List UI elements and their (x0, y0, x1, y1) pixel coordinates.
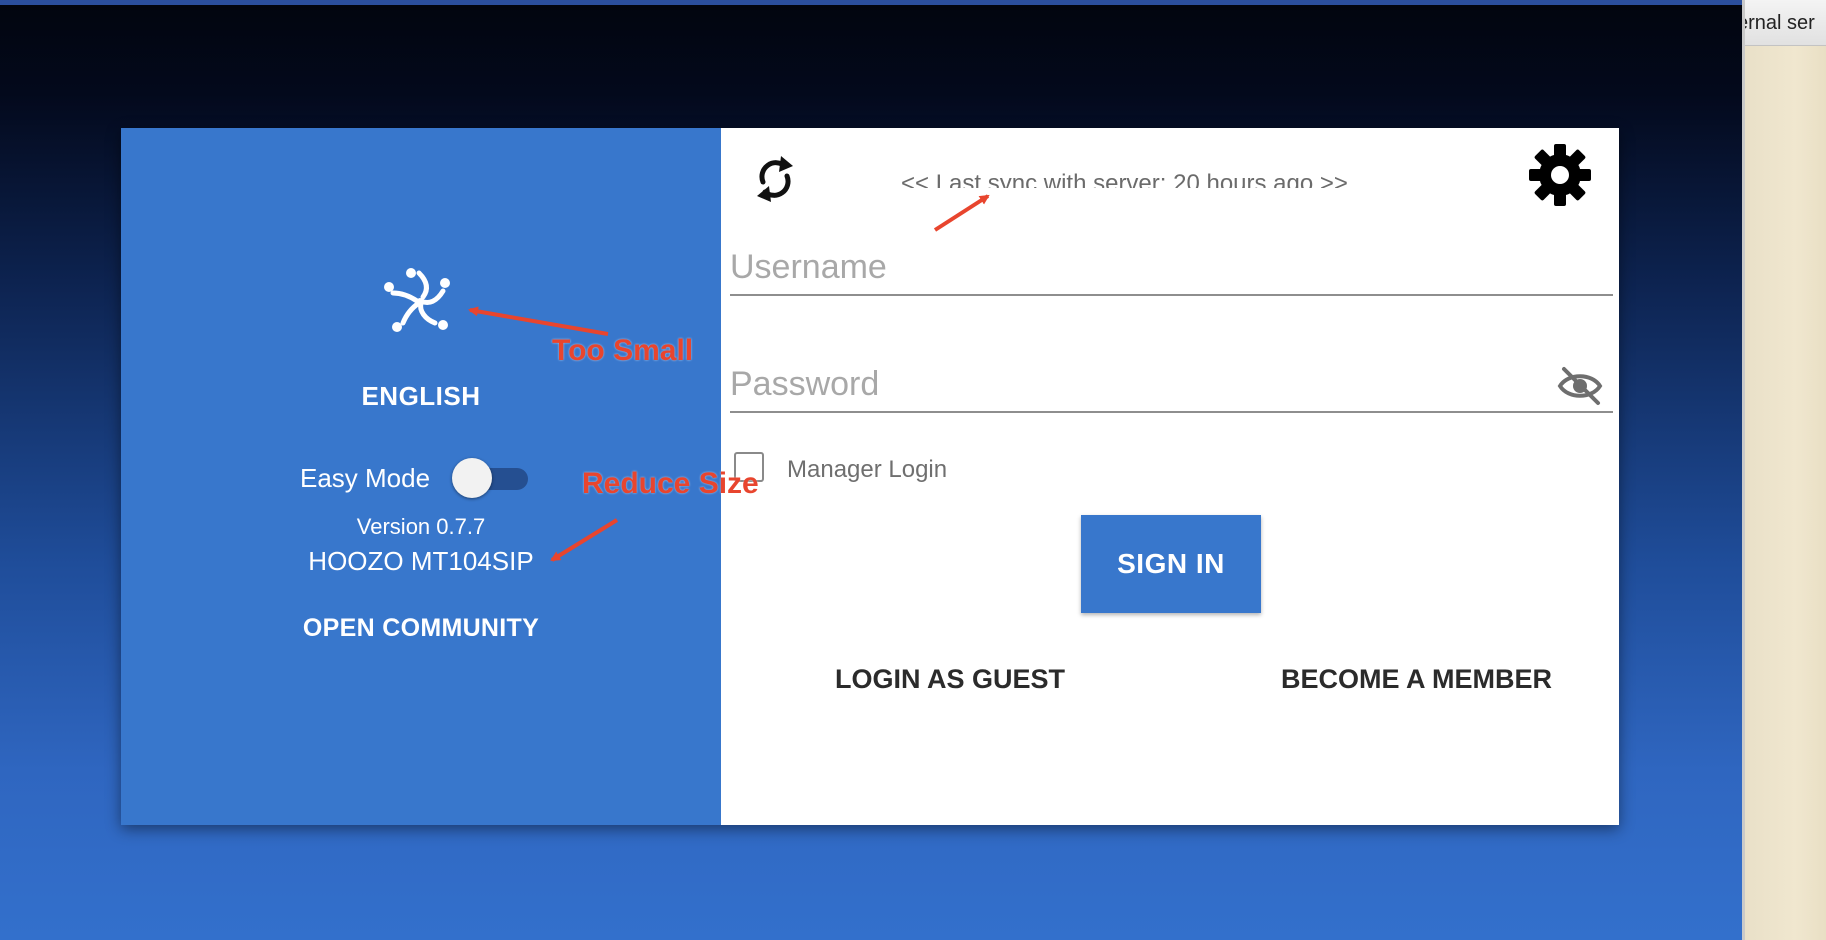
username-input[interactable] (730, 246, 1550, 288)
language-selector[interactable]: ENGLISH (121, 381, 721, 412)
annotation-too-small: Too Small (552, 334, 694, 367)
become-member-button[interactable]: BECOME A MEMBER (1281, 664, 1552, 695)
sync-icon[interactable] (751, 152, 799, 206)
community-logo-icon (384, 268, 450, 332)
login-as-guest-button[interactable]: LOGIN AS GUEST (835, 664, 1065, 695)
version-text: Version 0.7.7 (356, 514, 486, 539)
gear-icon[interactable] (1527, 142, 1593, 208)
sync-status: << Last sync with server: 20 hours ago >… (901, 170, 1431, 188)
password-field (730, 357, 1613, 413)
background-window-title: ernal ser (1745, 0, 1826, 46)
background-window-title-text: ernal ser (1745, 12, 1815, 34)
open-community-button[interactable]: OPEN COMMUNITY (121, 614, 721, 643)
background-window: ernal ser (1742, 0, 1826, 940)
password-input[interactable] (730, 363, 1550, 405)
manager-login-label: Manager Login (787, 456, 948, 483)
sync-status-text: << Last sync with server: 20 hours ago >… (901, 170, 1348, 188)
login-dialog: ENGLISH Easy Mode Version 0.7.7 HOOZO MT… (121, 128, 1619, 825)
username-field (730, 240, 1613, 296)
eye-off-icon[interactable] (1556, 365, 1604, 407)
easy-mode-label: Easy Mode (300, 463, 431, 493)
easy-mode-toggle[interactable] (452, 458, 532, 498)
right-panel: << Last sync with server: 20 hours ago >… (721, 128, 1619, 825)
window-top-strip (0, 0, 1742, 5)
toggle-thumb (452, 458, 492, 498)
easy-mode-row: Easy Mode (300, 456, 540, 500)
app-screen: ENGLISH Easy Mode Version 0.7.7 HOOZO MT… (0, 0, 1742, 940)
annotation-reduce-size: Reduce Size (582, 467, 759, 500)
device-name: HOOZO MT104SIP (308, 546, 534, 576)
sign-in-button[interactable]: SIGN IN (1081, 515, 1261, 613)
